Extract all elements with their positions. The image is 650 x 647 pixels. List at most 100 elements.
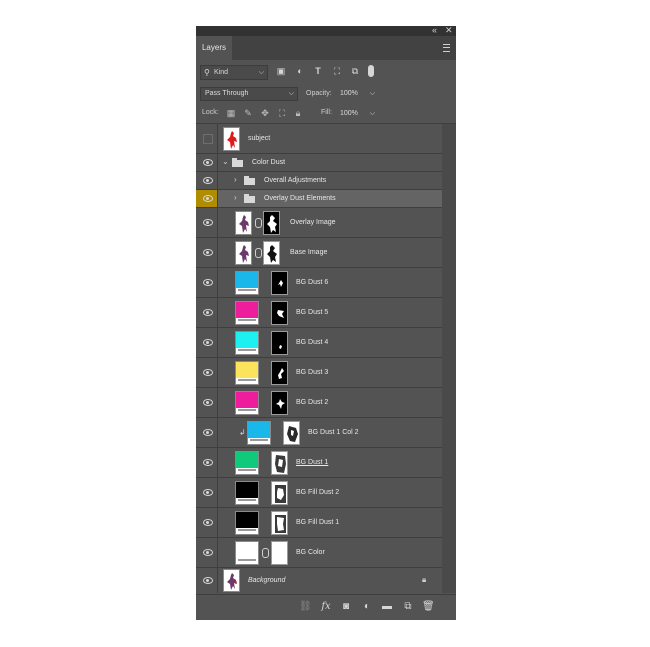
layer-name: BG Dust 6 [296,279,329,286]
new-group-icon[interactable]: ▬ [381,601,393,613]
layer-row-bg-dust-6[interactable]: BG Dust 6 [196,268,442,298]
visibility-toggle[interactable] [196,124,218,153]
visibility-toggle[interactable] [196,448,218,477]
eye-icon [203,429,213,436]
visibility-toggle[interactable] [196,172,218,189]
layer-mask-thumbnail[interactable] [271,451,288,475]
eye-icon [203,339,213,346]
visibility-toggle[interactable] [196,478,218,507]
fill-label: Fill: [321,109,332,116]
visibility-toggle[interactable] [196,508,218,537]
blend-row: Pass Through ⌵ Opacity: 100% ⌵ [196,83,456,103]
fill-thumbnail [235,541,259,565]
visibility-toggle[interactable] [196,388,218,417]
layer-row-bg-color[interactable]: BG Color [196,538,442,568]
eye-icon [203,459,213,466]
layer-row-bg-dust-5[interactable]: BG Dust 5 [196,298,442,328]
delete-layer-icon[interactable]: 🗑︎ [422,601,435,613]
lock-all-icon[interactable]: 🔒︎ [293,108,303,118]
type-filter-icon[interactable]: T [313,66,323,76]
image-filter-icon[interactable]: ▣ [276,66,286,76]
visibility-toggle[interactable] [196,154,218,171]
layer-name: BG Dust 1 Col 2 [308,429,359,436]
eye-icon [203,279,213,286]
visibility-toggle[interactable] [196,418,218,447]
link-icon[interactable] [255,218,262,228]
layers-footer: ⛓ fx ◙ ◐ ▬ ⧉ 🗑︎ [196,594,456,620]
layer-mask-thumbnail[interactable] [271,271,288,295]
layer-thumbnail [235,211,252,235]
opacity-label: Opacity: [306,90,332,97]
layer-row-bg-dust-2[interactable]: BG Dust 2 [196,388,442,418]
layer-mask-thumbnail[interactable] [271,391,288,415]
layer-row-bg-dust-3[interactable]: BG Dust 3 [196,358,442,388]
panel-menu-icon[interactable] [443,44,450,52]
filter-kind-dropdown[interactable]: ⚲ Kind ⌵ [200,65,268,80]
layer-row-bg-dust-1-col-2[interactable]: ↲ BG Dust 1 Col 2 [196,418,442,448]
add-mask-icon[interactable]: ◙ [340,601,352,613]
layer-row-base-image[interactable]: Base Image [196,238,442,268]
layer-row-bg-fill-dust-2[interactable]: BG Fill Dust 2 [196,478,442,508]
visibility-toggle[interactable] [196,328,218,357]
link-icon[interactable] [255,248,262,258]
tab-layers[interactable]: Layers [196,36,232,60]
layer-mask-thumbnail[interactable] [263,241,280,265]
visibility-toggle[interactable] [196,208,218,237]
layer-row-color-dust[interactable]: ⌄ Color Dust [196,154,442,172]
layer-row-overlay-image[interactable]: Overlay Image [196,208,442,238]
new-layer-icon[interactable]: ⧉ [402,601,414,613]
layer-mask-thumbnail[interactable] [283,421,300,445]
clipping-mask-icon: ↲ [239,428,246,437]
layer-thumbnail [235,241,252,265]
fx-icon[interactable]: fx [320,601,332,613]
visibility-toggle[interactable] [196,268,218,297]
close-panel-button[interactable]: ✕ [445,26,453,36]
lock-brush-icon[interactable]: ✎ [243,108,253,118]
opacity-field[interactable]: 100% ⌵ [337,87,377,101]
layer-mask-thumbnail[interactable] [271,541,288,565]
smart-object-filter-icon[interactable]: ⧉ [350,66,360,76]
lock-artboard-icon[interactable]: ⛶ [277,108,287,118]
layer-row-bg-dust-4[interactable]: BG Dust 4 [196,328,442,358]
eye-icon [203,195,213,202]
fill-field[interactable]: 100% ⌵ [337,107,377,121]
folder-icon [232,158,243,167]
lock-move-icon[interactable]: ✥ [260,108,270,118]
chevron-down-icon[interactable]: ⌄ [222,157,229,166]
layer-row-background[interactable]: Background 🔒︎ [196,568,442,593]
layers-panel: « ✕ Layers ⚲ Kind ⌵ ▣ ◐ T ⛶ ⧉ Pass Throu… [196,26,456,620]
shape-filter-icon[interactable]: ⛶ [332,66,342,76]
layer-row-bg-dust-1[interactable]: BG Dust 1 [196,448,442,478]
link-layers-icon[interactable]: ⛓ [299,601,312,613]
layer-mask-thumbnail[interactable] [271,331,288,355]
visibility-toggle[interactable] [196,238,218,267]
chevron-right-icon[interactable]: › [234,193,237,202]
visibility-toggle[interactable] [196,538,218,567]
collapse-panel-button[interactable]: « [432,26,437,36]
adjustment-filter-icon[interactable]: ◐ [295,66,305,76]
visibility-toggle[interactable] [196,358,218,387]
layer-mask-thumbnail[interactable] [271,301,288,325]
layer-mask-thumbnail[interactable] [271,361,288,385]
layers-scrollbar[interactable] [442,124,456,593]
layer-row-overall-adjustments[interactable]: › Overall Adjustments [196,172,442,190]
layer-mask-thumbnail[interactable] [271,511,288,535]
filter-toggle-switch[interactable] [368,65,374,77]
chevron-right-icon[interactable]: › [234,175,237,184]
layer-name: Overlay Image [290,219,336,226]
visibility-toggle[interactable] [196,568,218,593]
visibility-toggle[interactable] [196,190,218,207]
opacity-value: 100% [340,90,358,97]
adjustment-layer-icon[interactable]: ◐ [361,601,373,613]
visibility-toggle[interactable] [196,298,218,327]
fill-value: 100% [340,110,358,117]
layer-mask-thumbnail[interactable] [271,481,288,505]
layer-mask-thumbnail[interactable] [263,211,280,235]
lock-transparency-icon[interactable]: ▦ [226,108,236,118]
layer-row-overlay-dust-elements[interactable]: › Overlay Dust Elements [196,190,442,208]
search-icon: ⚲ [204,68,210,77]
layer-row-subject[interactable]: subject [196,124,442,154]
blend-mode-dropdown[interactable]: Pass Through ⌵ [200,87,298,101]
layer-row-bg-fill-dust-1[interactable]: BG Fill Dust 1 [196,508,442,538]
link-icon[interactable] [262,548,269,558]
